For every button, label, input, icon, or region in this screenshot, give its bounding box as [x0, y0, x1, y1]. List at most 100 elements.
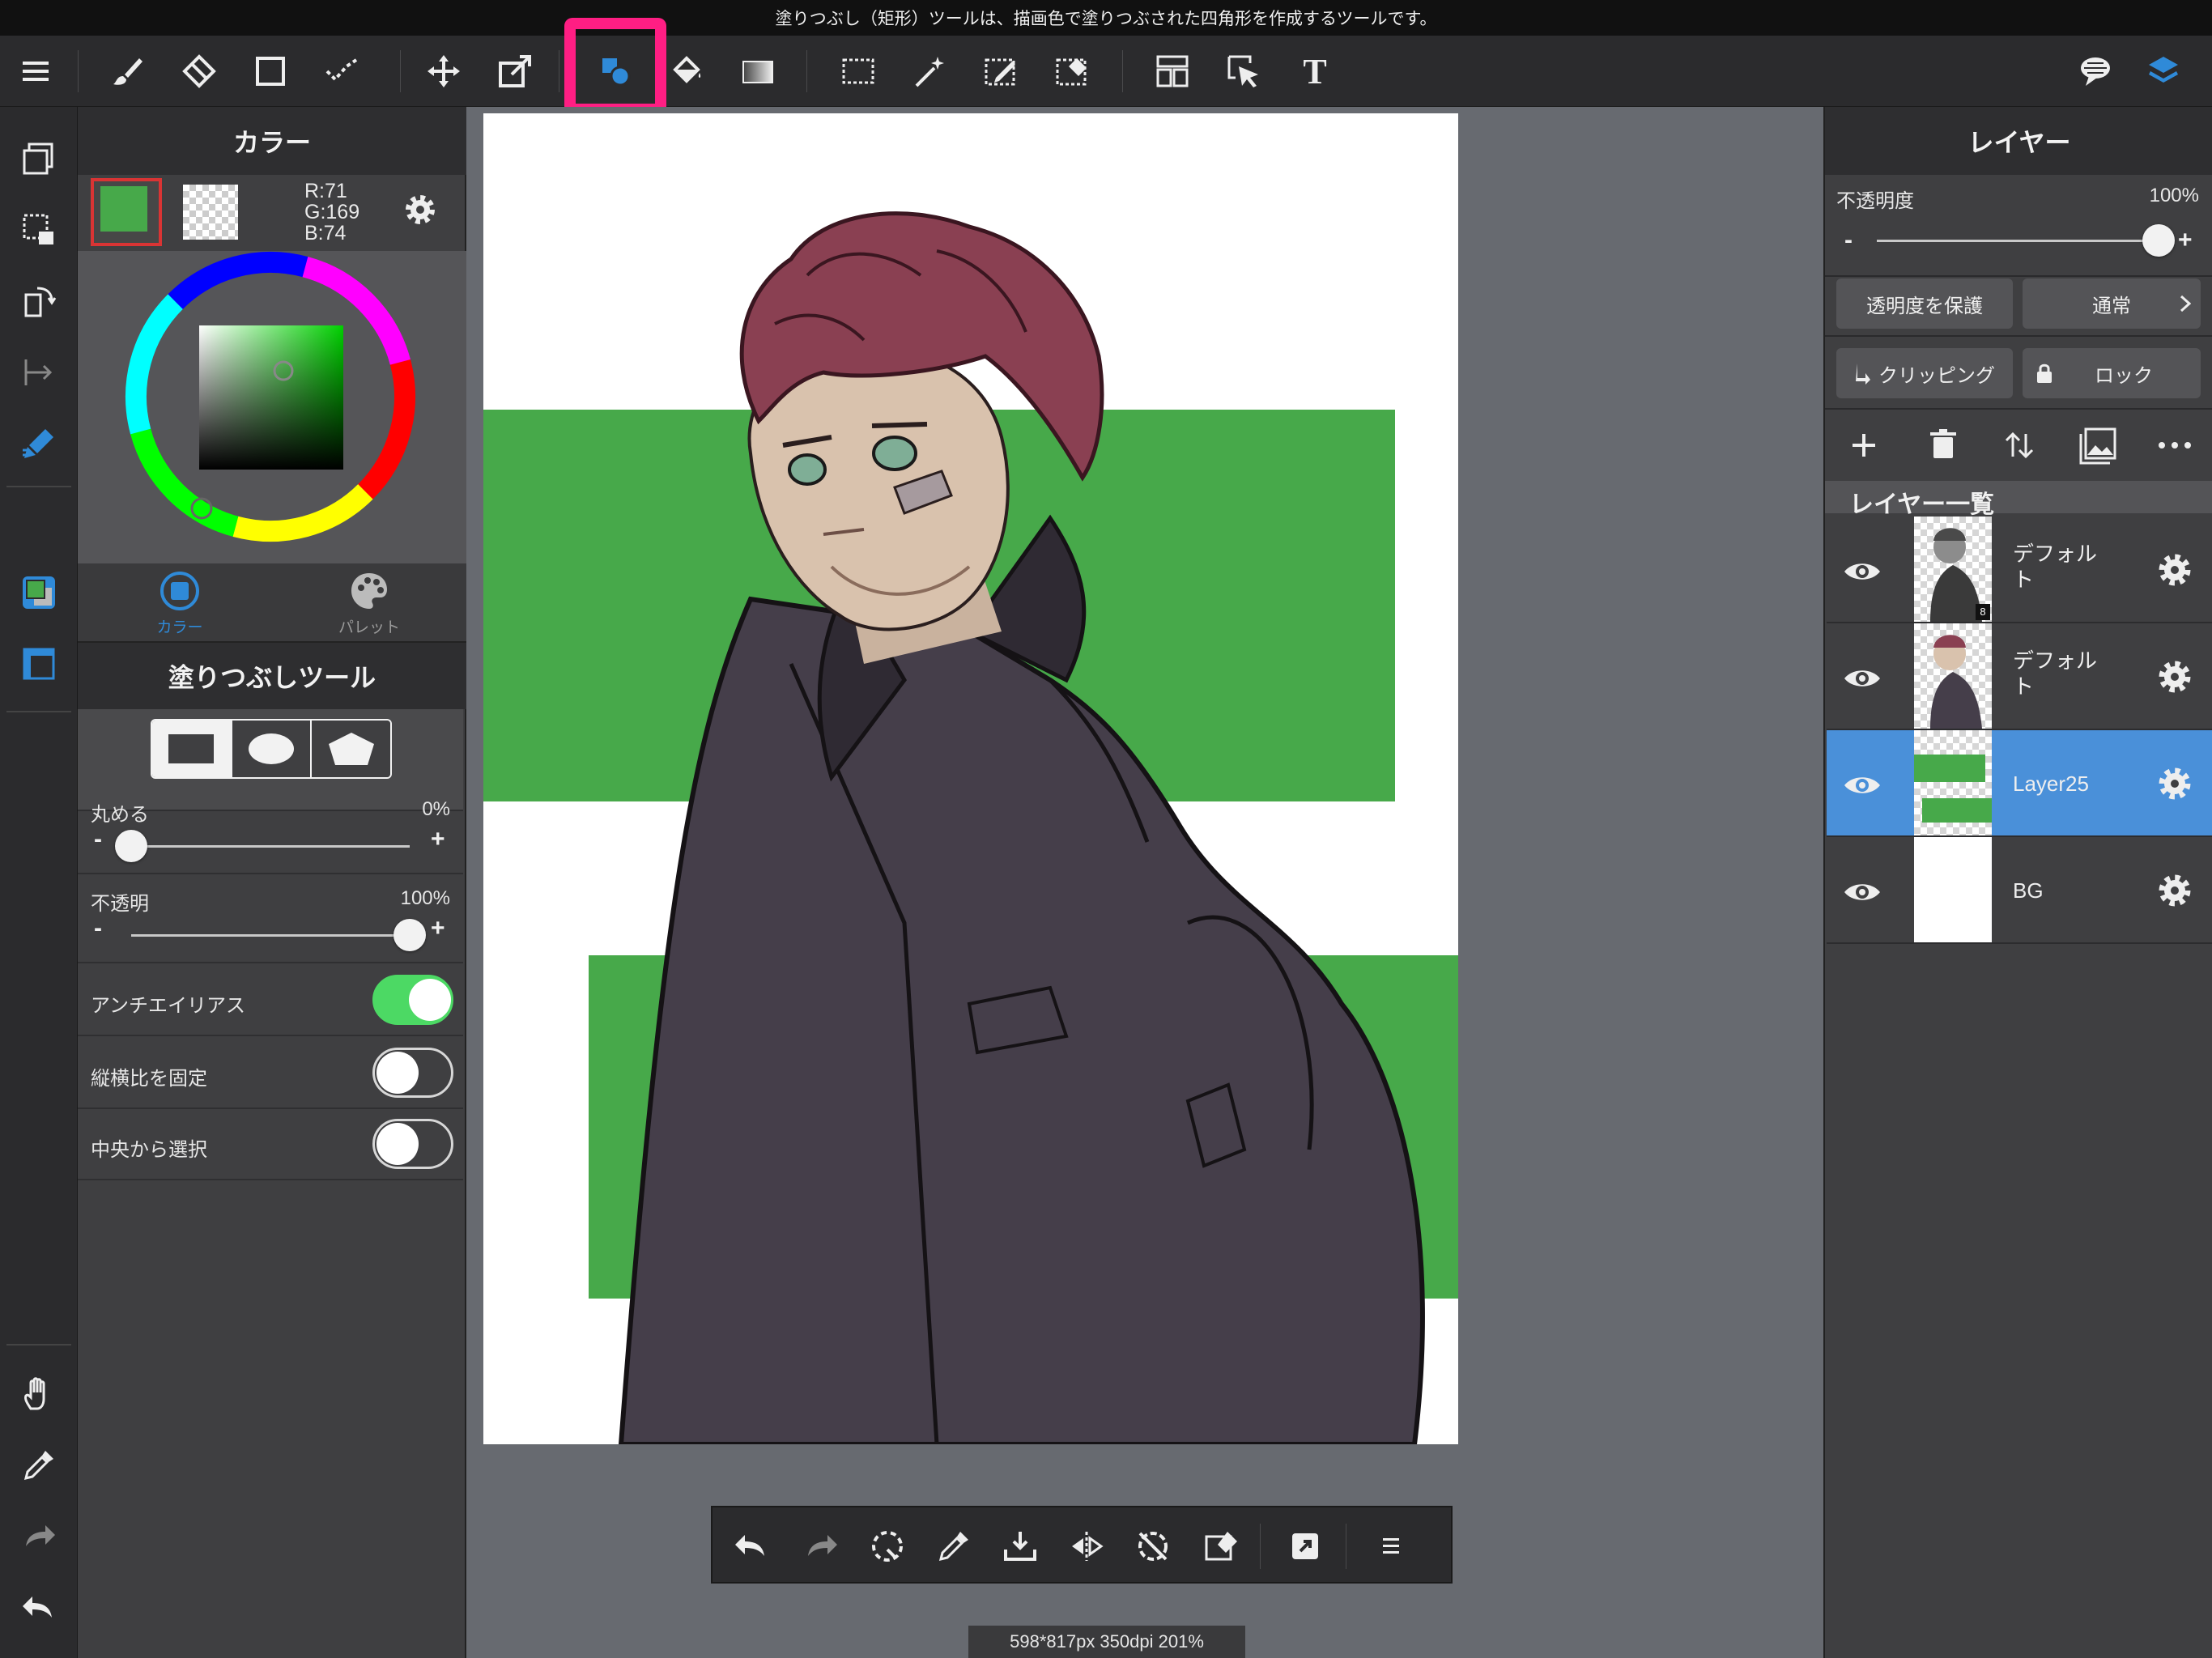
layer-name: デフォルト [2013, 542, 2098, 592]
redo-icon[interactable] [800, 1525, 842, 1567]
layer-panel-title: レイヤー [1825, 107, 2212, 175]
lasso-rotate-icon[interactable] [866, 1525, 908, 1567]
undo-icon[interactable] [730, 1525, 772, 1567]
rectangle-shape-icon [168, 734, 215, 763]
opacity-slider-knob[interactable] [393, 919, 426, 951]
layer-row[interactable]: BG [1827, 837, 2212, 944]
layer-row[interactable]: Layer25 [1827, 730, 2212, 837]
layer-settings-gear-icon[interactable] [2154, 656, 2196, 698]
layer-settings-gear-icon[interactable] [2154, 763, 2196, 805]
opacity-minus-button[interactable]: - [94, 915, 102, 942]
lock-button[interactable]: ロック [2023, 348, 2201, 398]
select-rect-icon[interactable] [836, 49, 881, 94]
transform-icon[interactable] [492, 49, 538, 94]
gradient-icon[interactable] [735, 49, 781, 94]
undo-icon[interactable] [15, 1584, 63, 1632]
layer-row[interactable]: デフォルト [1827, 623, 2212, 730]
color-settings-gear-icon[interactable] [400, 189, 440, 230]
layer-opacity-slider-track[interactable] [1877, 240, 2159, 242]
visibility-eye-icon[interactable] [1836, 759, 1888, 811]
magic-wand-icon[interactable] [907, 49, 952, 94]
shape-polygon-button[interactable] [312, 721, 390, 777]
visibility-eye-icon[interactable] [1836, 866, 1888, 918]
layer-settings-gear-icon[interactable] [2154, 869, 2196, 912]
rotate-canvas-icon[interactable] [15, 277, 63, 325]
text-icon[interactable]: T [1292, 49, 1338, 94]
layer-panel: レイヤー 不透明度 100% - + 透明度を保護 通常 クリッピング ロック … [1823, 107, 2212, 1658]
layer-more-icon[interactable] [2152, 423, 2197, 468]
layer-thumbnail: 8 [1914, 517, 1992, 622]
visibility-eye-icon[interactable] [1836, 546, 1888, 597]
foreground-color-swatch[interactable] [91, 178, 162, 246]
hand-icon[interactable] [15, 1370, 63, 1418]
more-menu-icon[interactable] [1370, 1525, 1412, 1567]
rounding-plus-button[interactable]: + [431, 826, 445, 853]
tab-palette[interactable]: パレット [296, 570, 442, 638]
polygon-shape-icon [328, 733, 374, 765]
pen-stabilizer-icon[interactable] [15, 419, 63, 468]
bucket-icon[interactable] [664, 49, 709, 94]
rect-shape-icon[interactable] [248, 49, 293, 94]
layer-duplicate-icon[interactable] [15, 134, 63, 183]
speech-icon[interactable] [2073, 49, 2118, 94]
layer-name: BG [2013, 878, 2044, 903]
reorder-layer-icon[interactable] [1997, 423, 2042, 468]
blend-mode-button[interactable]: 通常 [2023, 278, 2201, 329]
select-eraser-icon[interactable] [1049, 49, 1095, 94]
protect-alpha-label: 透明度を保護 [1866, 295, 1983, 317]
shape-ellipse-button[interactable] [232, 721, 313, 777]
flip-icon[interactable] [1066, 1525, 1108, 1567]
ruler-icon[interactable] [15, 348, 63, 397]
menu-icon[interactable] [13, 49, 58, 94]
ellipse-shape-icon [249, 733, 294, 764]
layer-opacity-slider-knob[interactable] [2142, 224, 2175, 257]
protect-alpha-button[interactable]: 透明度を保護 [1836, 278, 2013, 329]
frame-icon[interactable] [1150, 49, 1195, 94]
aspect-toggle[interactable] [372, 1048, 453, 1098]
visibility-eye-icon[interactable] [1836, 653, 1888, 704]
rotate-reset-icon[interactable] [1132, 1525, 1174, 1567]
center-toggle[interactable] [372, 1119, 453, 1169]
rounding-slider-knob[interactable] [115, 830, 147, 862]
import-icon[interactable] [999, 1525, 1041, 1567]
redo-icon[interactable] [15, 1512, 63, 1561]
selection-layer-icon[interactable] [15, 206, 63, 254]
background-color-swatch[interactable] [183, 185, 238, 240]
opacity-plus-button[interactable]: + [431, 915, 445, 942]
color-swatch-icon[interactable] [15, 568, 63, 617]
layers-icon[interactable] [2141, 49, 2186, 94]
layer-opacity-minus-button[interactable]: - [1844, 227, 1853, 254]
antialias-toggle[interactable] [372, 975, 453, 1025]
saturation-value-square[interactable] [199, 325, 343, 470]
select-pen-icon[interactable] [978, 49, 1023, 94]
clear-icon[interactable] [1200, 1525, 1242, 1567]
tab-color[interactable]: カラー [107, 570, 253, 638]
character-illustration [618, 211, 1425, 1444]
layer-image-icon[interactable] [2074, 423, 2120, 468]
layer-row[interactable]: 8 デフォルト [1827, 517, 2212, 623]
panel-toggle-icon[interactable] [15, 640, 63, 688]
layer-badge: 8 [1976, 604, 1990, 620]
add-layer-icon[interactable] [1841, 423, 1887, 468]
opacity-control: 不透明 100% - + [78, 876, 463, 963]
eyedropper-icon[interactable] [933, 1525, 975, 1567]
share-icon[interactable] [1284, 1525, 1326, 1567]
layer-settings-gear-icon[interactable] [2154, 549, 2196, 591]
clipping-button[interactable]: クリッピング [1836, 348, 2013, 398]
rounding-slider-track[interactable] [131, 845, 410, 848]
panel-divider [1825, 275, 2212, 277]
active-tool-highlight [564, 18, 666, 115]
layer-opacity-plus-button[interactable]: + [2178, 227, 2193, 254]
move-icon[interactable] [421, 49, 466, 94]
eyedropper-icon[interactable] [15, 1441, 63, 1490]
drawing-canvas[interactable] [483, 113, 1458, 1444]
opacity-slider-track[interactable] [131, 934, 410, 937]
rounding-minus-button[interactable]: - [94, 826, 102, 853]
brush-icon[interactable] [105, 49, 151, 94]
shape-rectangle-button[interactable] [152, 721, 232, 777]
toolbar-divider [400, 50, 401, 92]
operation-icon[interactable] [1221, 49, 1266, 94]
delete-layer-icon[interactable] [1921, 423, 1966, 468]
dots-icon[interactable] [319, 49, 364, 94]
eraser-icon[interactable] [177, 49, 222, 94]
